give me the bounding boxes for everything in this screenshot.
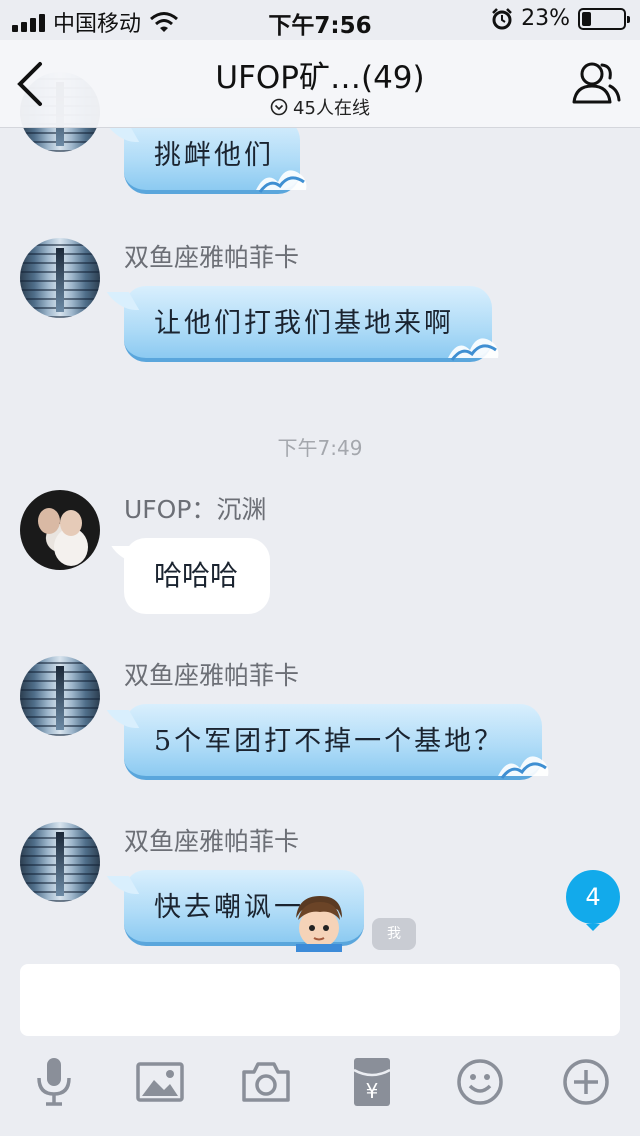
message-text: 快去嘲讽一 <box>154 892 304 923</box>
image-icon[interactable] <box>134 1056 186 1108</box>
emoji-icon[interactable] <box>454 1056 506 1108</box>
avatar[interactable] <box>20 656 100 736</box>
battery-fill <box>582 11 592 26</box>
avatar[interactable] <box>20 490 100 570</box>
message-bubble[interactable]: 哈哈哈 <box>124 538 270 614</box>
timestamp: 下午7:49 <box>277 436 363 460</box>
members-icon[interactable] <box>570 58 622 110</box>
wave-decoration-icon <box>498 756 549 779</box>
message-input[interactable] <box>20 964 620 1036</box>
sender-name: 双鱼座雅帕菲卡 <box>124 243 300 272</box>
battery-icon <box>578 7 630 30</box>
plus-icon[interactable] <box>560 1056 612 1108</box>
composer-toolbar: ¥ <box>0 1056 640 1116</box>
unread-badge[interactable]: 4 <box>566 870 620 931</box>
microphone-icon[interactable] <box>28 1056 80 1108</box>
cartoon-face-icon <box>296 896 342 952</box>
me-tag: 我 <box>372 918 416 950</box>
wave-decoration-icon <box>256 170 307 193</box>
battery-percent: 23% <box>521 6 570 31</box>
status-bar: 中国移动 下午7:56 23% <box>0 0 640 40</box>
sender-name: 双鱼座雅帕菲卡 <box>124 661 300 690</box>
camera-icon[interactable] <box>240 1056 292 1108</box>
message-text: 5个军团打不掉一个基地？ <box>154 726 505 757</box>
red-packet-icon[interactable]: ¥ <box>346 1056 398 1108</box>
avatar[interactable] <box>20 238 100 318</box>
online-status[interactable]: 45人在线 <box>0 94 640 120</box>
nav-bar: UFOP矿…(49) 45人在线 <box>0 40 640 128</box>
sender-name: 双鱼座雅帕菲卡 <box>124 827 300 856</box>
sender-name: UFOP：沉渊 <box>124 495 267 524</box>
status-right: 23% <box>491 6 630 31</box>
message-text: 哈哈哈 <box>154 559 239 592</box>
avatar[interactable] <box>20 822 100 902</box>
message-text: 让他们打我们基地来啊 <box>154 308 454 339</box>
message-bubble[interactable]: 让他们打我们基地来啊 <box>124 286 499 362</box>
chat-area[interactable]: 挑衅他们 双鱼座雅帕菲卡 让他们打我们基地来啊 下午7:49 UFOP：沉渊 哈… <box>0 0 640 952</box>
message-bubble[interactable]: 5个军团打不掉一个基地？ <box>124 704 549 780</box>
online-count: 45人在线 <box>293 98 370 119</box>
page-title[interactable]: UFOP矿…(49) <box>0 52 640 97</box>
composer: ¥ <box>0 952 640 1136</box>
alarm-icon <box>492 7 512 29</box>
message-bubble[interactable]: 挑衅他们 <box>124 118 307 194</box>
wave-decoration-icon <box>448 338 499 361</box>
svg-text:¥: ¥ <box>366 1079 379 1103</box>
online-indicator-icon <box>270 98 288 116</box>
